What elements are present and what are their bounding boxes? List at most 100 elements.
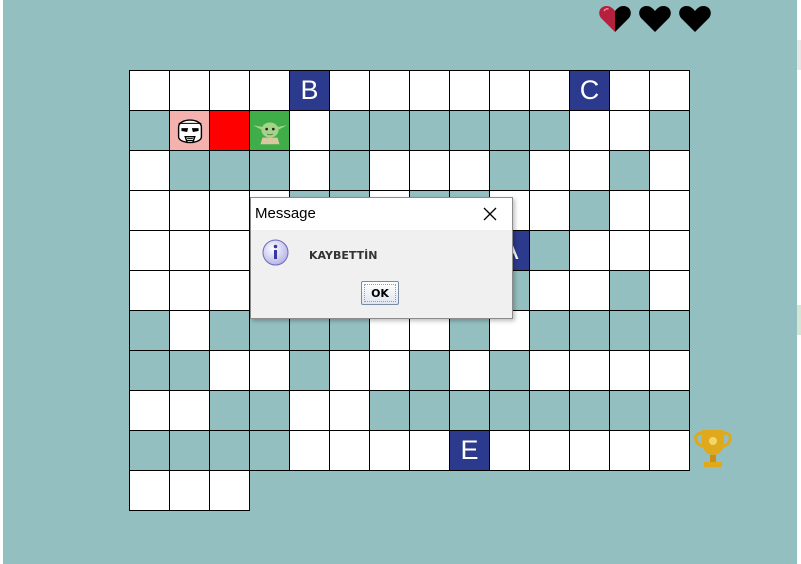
path-cell: [130, 271, 170, 311]
wall-cell: [330, 151, 370, 191]
wall-cell: [130, 431, 170, 471]
background-window-strip: [797, 0, 801, 564]
path-cell: [650, 151, 690, 191]
window-edge: [0, 0, 3, 564]
gate-label-e: E: [450, 431, 490, 471]
close-icon[interactable]: [468, 198, 512, 230]
wall-cell: [130, 311, 170, 351]
wall-cell: [570, 391, 610, 431]
gate-label-b: B: [290, 71, 330, 111]
path-cell: [210, 471, 250, 511]
path-cell: [410, 431, 450, 471]
wall-cell: [210, 151, 250, 191]
path-cell: [530, 431, 570, 471]
path-cell: [450, 351, 490, 391]
wall-cell: [210, 431, 250, 471]
path-cell: [650, 71, 690, 111]
wall-cell: [570, 191, 610, 231]
path-cell: [170, 311, 210, 351]
wall-cell: [570, 311, 610, 351]
path-cell: [570, 431, 610, 471]
wall-cell: [170, 351, 210, 391]
path-cell: [170, 471, 210, 511]
wall-cell: [490, 151, 530, 191]
wall-cell: [530, 311, 570, 351]
path-cell: [130, 471, 170, 511]
path-cell: [450, 71, 490, 111]
path-cell: [170, 191, 210, 231]
path-cell: [530, 71, 570, 111]
path-cell: [570, 271, 610, 311]
info-icon: [262, 239, 289, 266]
wall-cell: [610, 391, 650, 431]
wall-cell: [210, 311, 250, 351]
path-cell: [490, 431, 530, 471]
path-cell: [370, 431, 410, 471]
path-cell: [610, 231, 650, 271]
path-cell: [610, 431, 650, 471]
ok-button[interactable]: OK: [361, 281, 399, 305]
path-cell: [170, 231, 210, 271]
path-cell: [570, 111, 610, 151]
wall-cell: [370, 391, 410, 431]
wall-cell: [250, 391, 290, 431]
wall-cell: [650, 311, 690, 351]
path-cell: [330, 391, 370, 431]
path-cell: [130, 391, 170, 431]
gate-label-text: B: [300, 75, 319, 105]
path-cell: [650, 231, 690, 271]
gate-label-text: C: [579, 75, 600, 105]
path-cell: [650, 191, 690, 231]
path-cell: [610, 111, 650, 151]
wall-cell: [530, 231, 570, 271]
path-cell: [170, 391, 210, 431]
path-cell: [290, 391, 330, 431]
wall-cell: [250, 151, 290, 191]
wall-cell: [410, 111, 450, 151]
wall-cell: [130, 111, 170, 151]
path-cell: [570, 231, 610, 271]
path-cell: [370, 351, 410, 391]
path-cell: [610, 191, 650, 231]
wall-cell: [490, 351, 530, 391]
path-cell: [130, 231, 170, 271]
path-cell: [210, 231, 250, 271]
path-cell: [130, 151, 170, 191]
path-cell: [570, 351, 610, 391]
path-cell: [650, 351, 690, 391]
path-cell: [370, 71, 410, 111]
wall-cell: [490, 391, 530, 431]
wall-cell: [610, 271, 650, 311]
dialog-message: KAYBETTİN: [309, 249, 378, 262]
gate-label-text: E: [460, 435, 479, 465]
path-cell: [330, 351, 370, 391]
path-cell: [130, 191, 170, 231]
path-cell: [650, 431, 690, 471]
path-cell: [330, 431, 370, 471]
message-dialog: Message KAYBETTİN OK: [250, 197, 513, 319]
heart-icon: [638, 4, 672, 34]
path-cell: [210, 191, 250, 231]
wall-cell: [170, 151, 210, 191]
wall-cell: [530, 111, 570, 151]
trail-cell: [210, 111, 250, 151]
path-cell: [210, 271, 250, 311]
wall-cell: [290, 351, 330, 391]
gate-label-c: C: [570, 71, 610, 111]
path-cell: [530, 151, 570, 191]
path-cell: [290, 151, 330, 191]
yoda-icon: [250, 111, 290, 151]
wall-cell: [650, 391, 690, 431]
dialog-titlebar[interactable]: Message: [251, 198, 512, 230]
half-heart-icon: [598, 4, 632, 34]
wall-cell: [410, 391, 450, 431]
wall-cell: [530, 391, 570, 431]
path-cell: [210, 351, 250, 391]
path-cell: [410, 151, 450, 191]
path-cell: [250, 351, 290, 391]
path-cell: [450, 151, 490, 191]
path-cell: [250, 71, 290, 111]
trophy-icon: [692, 426, 734, 472]
wall-cell: [490, 111, 530, 151]
wall-cell: [370, 111, 410, 151]
